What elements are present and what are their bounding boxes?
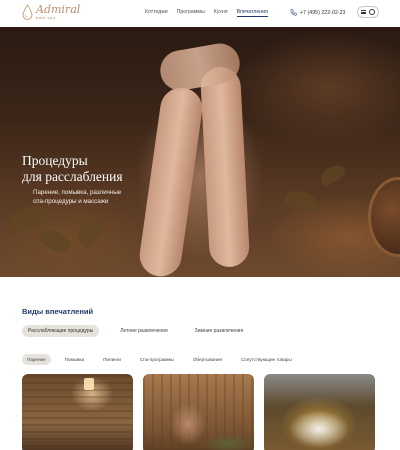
tab-washing[interactable]: Помывка <box>60 354 89 365</box>
primary-tabs: Расслабляющие процедуры Летние развлечен… <box>22 325 264 337</box>
phone-icon <box>290 9 297 16</box>
hero-title: Процедуры для расслабления <box>22 153 123 185</box>
tab-summer-activities[interactable]: Летние развлечения <box>114 325 173 337</box>
phone-number: +7 (495) 222-02-23 <box>300 9 346 16</box>
main-nav: Коттеджи Программы Кухня Впечатления <box>145 9 277 17</box>
hero-leaf-decoration <box>37 225 75 257</box>
phone-link[interactable]: +7 (495) 222-02-23 <box>290 9 346 16</box>
hero-leaf-decoration <box>318 162 348 187</box>
nav-item-kitchen[interactable]: Кухня <box>214 9 228 17</box>
tab-wraps[interactable]: Обертывания <box>188 354 227 365</box>
site-header: Admiral bath spa Коттеджи Программы Кухн… <box>0 0 400 27</box>
section-title: Виды впечатлений <box>22 307 94 316</box>
hero-title-line2: для расслабления <box>22 169 123 184</box>
menu-account-button[interactable] <box>357 6 379 18</box>
hero-leg-image <box>136 85 206 277</box>
secondary-tabs: Парение Помывка Пилинги Спа-программы Об… <box>22 354 306 365</box>
hero-leaf-decoration <box>283 187 321 215</box>
sauna-lamp-image <box>84 378 94 390</box>
logo-subtitle: bath spa <box>36 15 56 20</box>
hero-desc-line2: спа-процедуры и массажи <box>33 198 109 205</box>
experience-card-salt[interactable] <box>264 374 375 450</box>
hero-leaf-decoration <box>72 214 108 250</box>
tab-winter-activities[interactable]: Зимние развлечения <box>189 325 250 337</box>
tab-related-products[interactable]: Сопутствующие товары <box>236 354 297 365</box>
experience-card-sauna[interactable] <box>22 374 133 450</box>
hero-bucket-image <box>368 177 400 257</box>
hero-title-line1: Процедуры <box>22 153 88 168</box>
hero-banner: Процедуры для расслабления Парение, помы… <box>0 27 400 277</box>
hero-desc-line1: Парение, помывка, различные <box>33 189 122 196</box>
experience-card-steaming[interactable] <box>143 374 254 450</box>
tab-spa-programs[interactable]: Спа-программы <box>135 354 179 365</box>
logo[interactable]: Admiral bath spa <box>22 4 80 20</box>
nav-item-impressions[interactable]: Впечатления <box>236 9 268 17</box>
hero-leaf-decoration <box>5 201 49 235</box>
user-icon <box>369 9 375 15</box>
menu-icon <box>361 10 366 14</box>
tab-relaxing-procedures[interactable]: Расслабляющие процедуры <box>22 325 100 337</box>
nav-item-programs[interactable]: Программы <box>177 9 205 17</box>
hero-description: Парение, помывка, различные спа-процедур… <box>33 188 121 206</box>
nav-item-cottages[interactable]: Коттеджи <box>145 9 168 17</box>
hero-leg-image <box>199 66 251 268</box>
tab-steaming[interactable]: Парение <box>22 354 51 365</box>
logo-name: Admiral <box>36 3 81 16</box>
logo-drop-icon <box>22 4 33 20</box>
tab-peelings[interactable]: Пилинги <box>98 354 126 365</box>
